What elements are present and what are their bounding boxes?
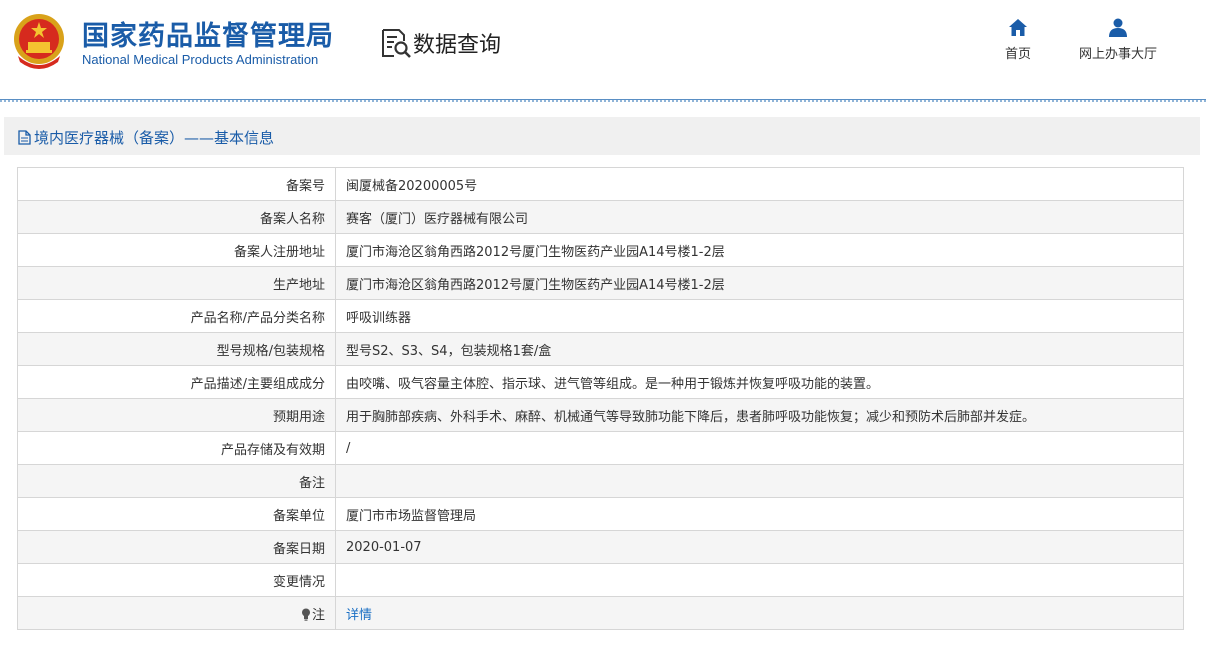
brand-name-en: National Medical Products Administration [82,52,319,67]
row-label: 变更情况 [17,563,336,597]
row-label: 产品名称/产品分类名称 [17,299,336,333]
row-label: 产品描述/主要组成成分 [17,365,336,399]
table-row: 备注 [17,464,1184,498]
detail-table-container: 备案号 闽厦械备20200005号 备案人名称 赛客（厦门）医疗器械有限公司 备… [4,155,1200,657]
row-value: 厦门市海沧区翁角西路2012号厦门生物医药产业园A14号楼1-2层 [335,233,1184,267]
row-value [335,563,1184,597]
table-row: 产品存储及有效期 / [17,431,1184,465]
table-row: 产品描述/主要组成成分 由咬嘴、吸气容量主体腔、指示球、进气管等组成。是一种用于… [17,365,1184,399]
row-value: 厦门市海沧区翁角西路2012号厦门生物医药产业园A14号楼1-2层 [335,266,1184,300]
row-label: 备案日期 [17,530,336,564]
row-value: 厦门市市场监督管理局 [335,497,1184,531]
row-value: 型号S2、S3、S4，包装规格1套/盒 [335,332,1184,366]
row-value: 呼吸训练器 [335,299,1184,333]
table-row: 变更情况 [17,563,1184,597]
row-label: 生产地址 [17,266,336,300]
data-query-icon [382,29,411,58]
nav-home-label: 首页 [1004,47,1031,62]
site-header: 国家药品监督管理局 National Medical Products Admi… [0,0,1206,99]
basic-info-table: 备案号 闽厦械备20200005号 备案人名称 赛客（厦门）医疗器械有限公司 备… [17,167,1184,630]
header-divider [0,99,1206,102]
row-label: 型号规格/包装规格 [17,332,336,366]
row-label: 备案人注册地址 [17,233,336,267]
row-value: / [335,431,1184,465]
lightbulb-icon [301,608,310,621]
row-label: 备案单位 [17,497,336,531]
row-label: 注 [311,607,325,623]
row-value: 闽厦械备20200005号 [335,167,1184,201]
row-value: 由咬嘴、吸气容量主体腔、指示球、进气管等组成。是一种用于锻炼并恢复呼吸功能的装置… [335,365,1184,399]
row-value: 用于胸肺部疾病、外科手术、麻醉、机械通气等导致肺功能下降后，患者肺呼吸功能恢复；… [335,398,1184,432]
table-row: 备案人名称 赛客（厦门）医疗器械有限公司 [17,200,1184,234]
table-row: 产品名称/产品分类名称 呼吸训练器 [17,299,1184,333]
row-label: 产品存储及有效期 [17,431,336,465]
user-icon [1109,18,1127,37]
brand-name-cn: 国家药品监督管理局 [82,21,334,52]
row-value [335,464,1184,498]
row-label: 预期用途 [17,398,336,432]
nav-online-service-hall-label: 网上办事大厅 [1078,47,1157,62]
row-label: 备案人名称 [17,200,336,234]
row-value: 2020-01-07 [335,530,1184,564]
row-value: 赛客（厦门）医疗器械有限公司 [335,200,1184,234]
national-emblem-icon [14,14,64,69]
panel-title: 境内医疗器械（备案）——基本信息 [18,127,274,148]
table-row: 备案单位 厦门市市场监督管理局 [17,497,1184,531]
table-row: 备案号 闽厦械备20200005号 [17,167,1184,201]
detail-panel: 境内医疗器械（备案）——基本信息 备案号 闽厦械备20200005号 备案人名称… [4,117,1200,657]
table-row: 生产地址 厦门市海沧区翁角西路2012号厦门生物医药产业园A14号楼1-2层 [17,266,1184,300]
nav-online-service-hall[interactable]: 网上办事大厅 [1070,18,1166,62]
nav-home[interactable]: 首页 [996,18,1040,62]
document-icon [18,130,31,145]
panel-title-text: 境内医疗器械（备案）——基本信息 [34,129,275,147]
table-row: 预期用途 用于胸肺部疾病、外科手术、麻醉、机械通气等导致肺功能下降后，患者肺呼吸… [17,398,1184,432]
table-row: 注 详情 [17,596,1184,630]
table-row: 型号规格/包装规格 型号S2、S3、S4，包装规格1套/盒 [17,332,1184,366]
home-icon [1009,19,1027,36]
page-title: 数据查询 [413,33,502,58]
details-link[interactable]: 详情 [346,608,372,623]
row-value: 详情 [335,596,1184,630]
row-label: 备注 [17,464,336,498]
row-label: 备案号 [17,167,336,201]
table-row: 备案人注册地址 厦门市海沧区翁角西路2012号厦门生物医药产业园A14号楼1-2… [17,233,1184,267]
note-row-label: 注 [17,596,336,630]
table-row: 备案日期 2020-01-07 [17,530,1184,564]
